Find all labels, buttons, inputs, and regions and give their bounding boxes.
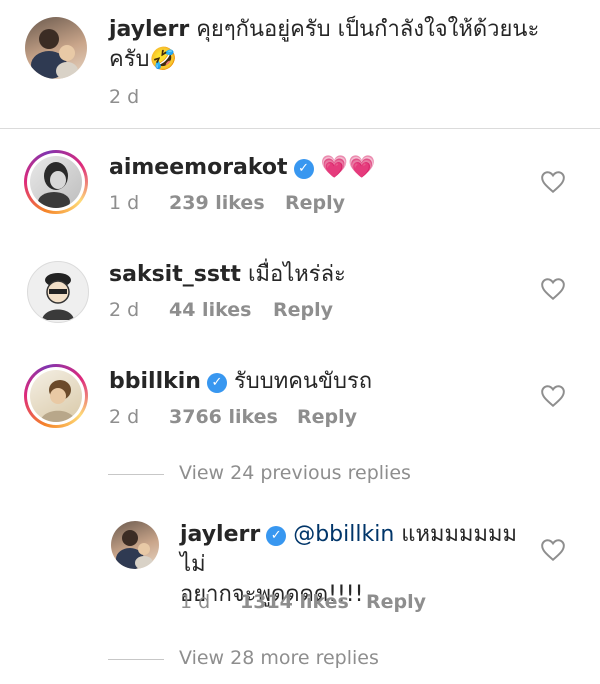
heart-outline-icon[interactable] <box>540 277 566 301</box>
avatar-jaylerr-reply[interactable] <box>111 521 159 569</box>
reply-time: 1 d <box>180 591 211 613</box>
heart-outline-icon[interactable] <box>540 384 566 408</box>
reply-button[interactable]: Reply <box>285 192 345 214</box>
caption-text-line1: คุยๆกันอยู่ครับ เป็นกำลังใจให้ด้วยนะ <box>196 17 540 42</box>
caption-username[interactable]: jaylerr <box>109 17 189 42</box>
avatar-aimeemorakot[interactable] <box>24 150 88 214</box>
avatar-image <box>31 29 78 79</box>
comment-time: 2 d <box>109 406 140 428</box>
reply-button[interactable]: Reply <box>273 299 333 321</box>
comment-username[interactable]: aimeemorakot <box>109 155 288 180</box>
hearts-emoji: 💗💗 <box>320 155 376 180</box>
verified-badge-icon: ✓ <box>266 526 287 546</box>
avatar-image <box>116 530 153 569</box>
reply-mention[interactable]: @bbillkin <box>293 522 394 547</box>
replies-line <box>108 474 164 475</box>
avatar-image <box>40 380 76 422</box>
caption-time: 2 d <box>109 86 140 108</box>
avatar-saksit-sstt[interactable] <box>27 261 89 323</box>
comment-time: 2 d <box>109 299 140 321</box>
rofl-emoji: 🤣 <box>149 47 177 72</box>
verified-badge-icon: ✓ <box>293 159 314 179</box>
comment-likes[interactable]: 3766 likes <box>169 406 278 428</box>
comment-time: 1 d <box>109 192 140 214</box>
comment-text: รับบทคนขับรถ <box>233 369 373 394</box>
comment-likes[interactable]: 44 likes <box>169 299 251 321</box>
comment-text: เมื่อไหร่ล่ะ <box>247 262 346 287</box>
heart-outline-icon[interactable] <box>540 170 566 194</box>
comment-username[interactable]: bbillkin <box>109 369 201 394</box>
comment-likes[interactable]: 239 likes <box>169 192 265 214</box>
view-previous-replies[interactable]: View 24 previous replies <box>179 462 411 484</box>
comment-username[interactable]: saksit_sstt <box>109 262 241 287</box>
caption-text-line2: ครับ <box>109 47 150 72</box>
divider <box>0 128 600 129</box>
reply-username[interactable]: jaylerr <box>180 522 260 547</box>
reply-likes[interactable]: 1314 likes <box>240 591 349 613</box>
heart-outline-icon[interactable] <box>540 538 566 562</box>
avatar-image <box>38 162 70 208</box>
view-more-replies[interactable]: View 28 more replies <box>179 647 379 669</box>
avatar-image <box>42 273 74 320</box>
reply-button[interactable]: Reply <box>297 406 357 428</box>
reply-button[interactable]: Reply <box>366 591 426 613</box>
verified-badge-icon: ✓ <box>206 373 227 393</box>
avatar-jaylerr-caption[interactable] <box>25 17 87 79</box>
replies-line <box>108 659 164 660</box>
avatar-bbillkin[interactable] <box>24 364 88 428</box>
